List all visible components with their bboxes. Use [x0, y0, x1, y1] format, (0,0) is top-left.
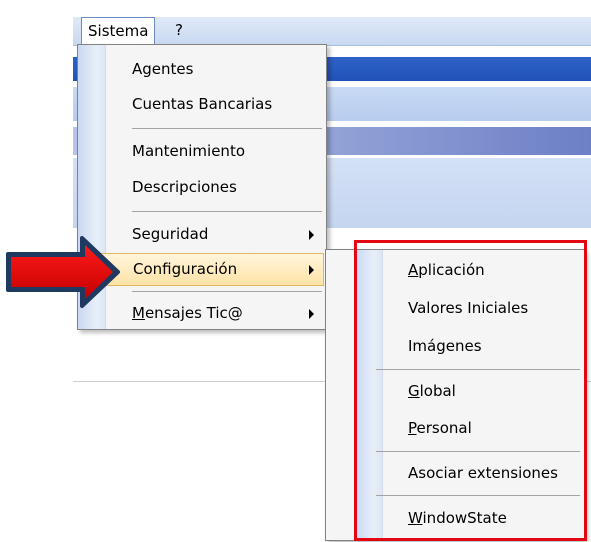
- menu-separator: [132, 211, 322, 212]
- label-rest: ensajes Tic@: [144, 304, 243, 322]
- menu-item-label: Agentes: [132, 60, 194, 78]
- menu-bar: Sistema ?: [73, 17, 591, 46]
- menu-item-descripciones[interactable]: Descripciones: [80, 171, 324, 204]
- submenu-arrow-icon: [309, 309, 314, 319]
- menu-item-label: Cuentas Bancarias: [132, 95, 273, 113]
- submenu-arrow-icon: [309, 230, 314, 240]
- submenu-arrow-icon: [309, 265, 314, 275]
- menu-item-agentes[interactable]: Agentes: [80, 53, 324, 86]
- highlight-box-annotation: [354, 240, 587, 541]
- menu-item-label: Seguridad: [132, 225, 209, 243]
- menu-item-label: Descripciones: [132, 178, 237, 196]
- menu-item-cuentas-bancarias[interactable]: Cuentas Bancarias: [80, 88, 324, 121]
- menu-item-label: Mensajes Tic@: [132, 304, 243, 322]
- mnemonic-letter: M: [132, 304, 145, 322]
- red-arrow-icon: [6, 236, 120, 308]
- menu-sistema[interactable]: Sistema: [81, 17, 156, 45]
- menu-item-label: Mantenimiento: [132, 142, 245, 160]
- menu-item-label: Configuración: [133, 260, 238, 278]
- menu-item-mantenimiento[interactable]: Mantenimiento: [80, 135, 324, 168]
- menu-separator: [132, 128, 322, 129]
- menu-separator: [132, 291, 322, 292]
- menu-help[interactable]: ?: [169, 17, 189, 45]
